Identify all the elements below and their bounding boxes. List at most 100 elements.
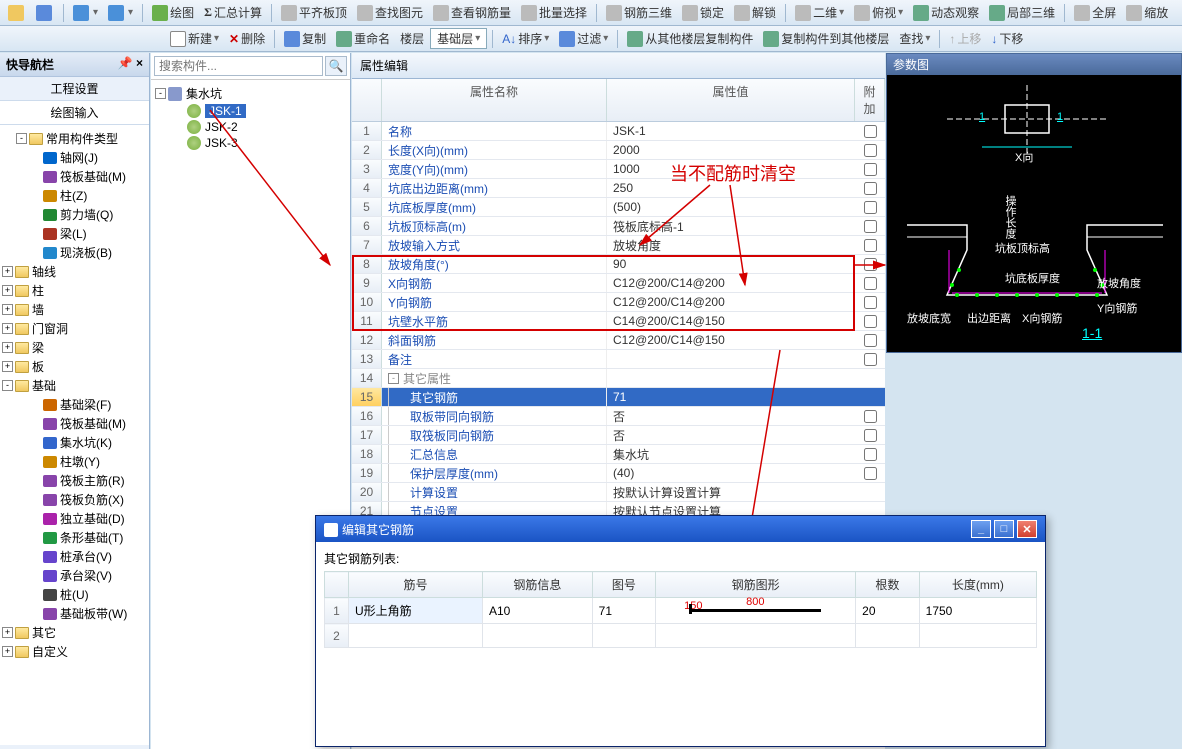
up-button[interactable]: ↑上移: [945, 28, 985, 49]
nav-item[interactable]: 筏板负筋(X): [2, 490, 147, 509]
fullscreen-button[interactable]: 全屏: [1070, 2, 1120, 23]
save-button[interactable]: [32, 3, 58, 23]
property-row[interactable]: 10Y向钢筋C12@200/C14@200: [352, 293, 885, 312]
nav-item[interactable]: 筏板基础(M): [2, 167, 147, 186]
nav-item[interactable]: 筏板主筋(R): [2, 471, 147, 490]
property-body[interactable]: 1名称JSK-12长度(X向)(mm)20003宽度(Y向)(mm)10004坑…: [352, 122, 885, 552]
property-row[interactable]: 8放坡角度(°)90: [352, 255, 885, 274]
component-root[interactable]: -集水坑: [155, 84, 346, 103]
nav-item[interactable]: 梁(L): [2, 224, 147, 243]
nav-item[interactable]: +门窗洞: [2, 319, 147, 338]
nav-item[interactable]: +柱: [2, 281, 147, 300]
property-row[interactable]: 14-其它属性: [352, 369, 885, 388]
nav-item[interactable]: +自定义: [2, 642, 147, 661]
cell-name[interactable]: U形上角筋: [349, 598, 483, 624]
nav-item[interactable]: 基础板带(W): [2, 604, 147, 623]
property-row[interactable]: 15其它钢筋71: [352, 388, 885, 407]
nav-item[interactable]: 桩承台(V): [2, 547, 147, 566]
summary-button[interactable]: Σ汇总计算: [200, 2, 266, 23]
table-row[interactable]: 2: [325, 624, 1037, 648]
search-button[interactable]: 🔍: [325, 56, 347, 76]
nav-item[interactable]: 现浇板(B): [2, 243, 147, 262]
property-row[interactable]: 12斜面钢筋C12@200/C14@150: [352, 331, 885, 350]
property-row[interactable]: 6坑板顶标高(m)筏板底标高-1: [352, 217, 885, 236]
property-row[interactable]: 13备注: [352, 350, 885, 369]
property-row[interactable]: 7放坡输入方式放坡角度: [352, 236, 885, 255]
cell-info[interactable]: A10: [483, 598, 593, 624]
property-row[interactable]: 3宽度(Y向)(mm)1000: [352, 160, 885, 179]
copy-button[interactable]: 复制: [280, 28, 330, 49]
nav-item[interactable]: 轴网(J): [2, 148, 147, 167]
find-elem-button[interactable]: 查找图元: [353, 2, 427, 23]
nav-item[interactable]: +其它: [2, 623, 147, 642]
nav-item[interactable]: 桩(U): [2, 585, 147, 604]
view2d-button[interactable]: 二维▾: [791, 2, 848, 23]
property-row[interactable]: 4坑底出边距离(mm)250: [352, 179, 885, 198]
property-row[interactable]: 19保护层厚度(mm)(40): [352, 464, 885, 483]
unlock-button[interactable]: 解锁: [730, 2, 780, 23]
minimize-button[interactable]: _: [971, 520, 991, 538]
cell-len[interactable]: 1750: [919, 598, 1036, 624]
nav-section-draw[interactable]: 绘图输入: [0, 101, 149, 125]
local-3d-button[interactable]: 局部三维: [985, 2, 1059, 23]
component-item[interactable]: JSK-2: [155, 119, 346, 135]
nav-item[interactable]: 条形基础(T): [2, 528, 147, 547]
copy-to-button[interactable]: 复制构件到其他楼层: [759, 28, 893, 49]
property-row[interactable]: 11坑壁水平筋C14@200/C14@150: [352, 312, 885, 331]
property-row[interactable]: 1名称JSK-1: [352, 122, 885, 141]
nav-item[interactable]: +板: [2, 357, 147, 376]
table-row[interactable]: 1 U形上角筋 A10 71 150 800 20 1750: [325, 598, 1037, 624]
nav-item[interactable]: +梁: [2, 338, 147, 357]
lock-button[interactable]: 锁定: [678, 2, 728, 23]
cell-fig[interactable]: 71: [592, 598, 656, 624]
rebar-3d-button[interactable]: 钢筋三维: [602, 2, 676, 23]
property-row[interactable]: 2长度(X向)(mm)2000: [352, 141, 885, 160]
nav-item[interactable]: +墙: [2, 300, 147, 319]
redo-button[interactable]: ▾: [104, 3, 137, 23]
dyn-view-button[interactable]: 动态观察: [909, 2, 983, 23]
undo-button[interactable]: ▾: [69, 3, 102, 23]
nav-item[interactable]: 柱墩(Y): [2, 452, 147, 471]
delete-button[interactable]: ✕删除: [225, 28, 269, 49]
rebar-table[interactable]: 筋号钢筋信息图号钢筋图形根数长度(mm) 1 U形上角筋 A10 71 150 …: [324, 571, 1037, 648]
check-rebar-button[interactable]: 查看钢筋量: [429, 2, 515, 23]
property-row[interactable]: 16取板带同向钢筋否: [352, 407, 885, 426]
open-button[interactable]: [4, 3, 30, 23]
sort-button[interactable]: A↓排序▾: [498, 28, 553, 49]
zoom-button[interactable]: 缩放: [1122, 2, 1172, 23]
search-input[interactable]: [154, 56, 323, 76]
dialog-titlebar[interactable]: 编辑其它钢筋 _ □ ✕: [316, 516, 1045, 542]
property-row[interactable]: 9X向钢筋C12@200/C14@200: [352, 274, 885, 293]
property-tab[interactable]: 属性编辑: [352, 53, 885, 79]
nav-item[interactable]: 筏板基础(M): [2, 414, 147, 433]
nav-item[interactable]: 承台梁(V): [2, 566, 147, 585]
align-button[interactable]: 平齐板顶: [277, 2, 351, 23]
nav-item[interactable]: 独立基础(D): [2, 509, 147, 528]
property-row[interactable]: 18汇总信息集水坑: [352, 445, 885, 464]
rename-button[interactable]: 重命名: [332, 28, 394, 49]
component-item[interactable]: JSK-3: [155, 135, 346, 151]
copy-from-button[interactable]: 从其他楼层复制构件: [623, 28, 757, 49]
property-row[interactable]: 20计算设置按默认计算设置计算: [352, 483, 885, 502]
nav-pin-icon[interactable]: 📌 ×: [118, 56, 143, 73]
batch-sel-button[interactable]: 批量选择: [517, 2, 591, 23]
draw-button[interactable]: 绘图: [148, 2, 198, 23]
new-button[interactable]: 新建▾: [166, 28, 223, 49]
close-button[interactable]: ✕: [1017, 520, 1037, 538]
persp-button[interactable]: 俯视▾: [850, 2, 907, 23]
filter-button[interactable]: 过滤▾: [555, 28, 612, 49]
nav-item[interactable]: -基础: [2, 376, 147, 395]
component-item[interactable]: JSK-1: [155, 103, 346, 119]
cell-shape[interactable]: 150 800: [656, 598, 856, 624]
property-row[interactable]: 17取筏板同向钢筋否: [352, 426, 885, 445]
property-row[interactable]: 5坑底板厚度(mm)(500): [352, 198, 885, 217]
nav-item[interactable]: 基础梁(F): [2, 395, 147, 414]
nav-section-settings[interactable]: 工程设置: [0, 77, 149, 101]
nav-item[interactable]: +轴线: [2, 262, 147, 281]
down-button[interactable]: ↓下移: [987, 28, 1027, 49]
nav-item[interactable]: 剪力墙(Q): [2, 205, 147, 224]
nav-item[interactable]: -常用构件类型: [2, 129, 147, 148]
find-button[interactable]: 查找▾: [895, 28, 934, 49]
nav-item[interactable]: 集水坑(K): [2, 433, 147, 452]
nav-item[interactable]: 柱(Z): [2, 186, 147, 205]
